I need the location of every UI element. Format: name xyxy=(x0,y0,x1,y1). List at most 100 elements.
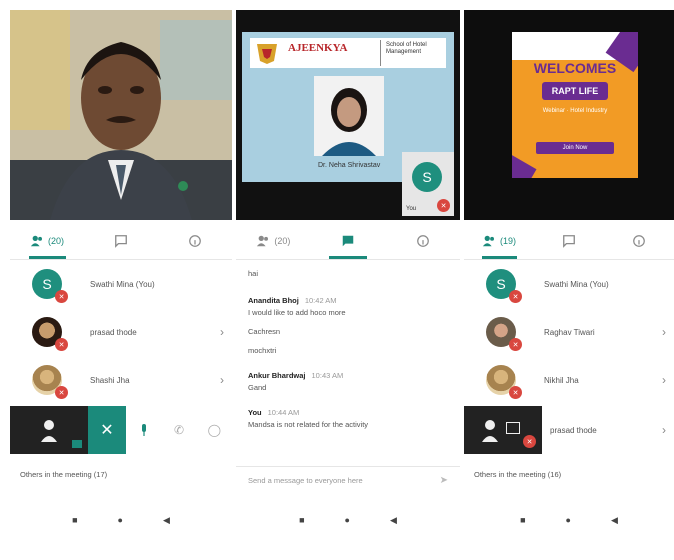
chevron-right-icon[interactable]: › xyxy=(220,373,224,387)
chat-messages: hai Anandita Bhoj 10:42 AM I would like t… xyxy=(236,262,460,443)
college-crest-icon xyxy=(257,44,277,64)
self-preview[interactable] xyxy=(10,406,88,454)
poster-badge: RAPT LIFE xyxy=(542,82,608,100)
tab-participants[interactable]: (20) xyxy=(10,222,84,259)
android-nav-bar: ■ ● ◀ xyxy=(464,515,674,526)
tab-bar: (19) xyxy=(464,222,674,260)
sender-name: Ankur Bhardwaj xyxy=(248,371,306,380)
tab-info[interactable] xyxy=(385,222,460,259)
home-icon[interactable]: ● xyxy=(118,515,123,526)
tab-participants[interactable]: (20) xyxy=(236,222,311,259)
presentation-video: AJEENKYA School of Hotel Management Dr. … xyxy=(236,10,460,220)
welcome-poster: WELCOMES RAPT LIFE Webinar · Hotel Indus… xyxy=(512,32,638,178)
participant-name: Shashi Jha xyxy=(90,375,130,385)
participant-row[interactable]: ✕ prasad thode › xyxy=(10,308,232,356)
avatar: ✕ xyxy=(32,365,68,399)
chevron-right-icon[interactable]: › xyxy=(662,325,666,339)
mic-button[interactable] xyxy=(126,406,161,454)
send-icon[interactable]: ➤ xyxy=(440,475,448,486)
school-name: School of Hotel Management xyxy=(386,42,427,56)
college-name: AJEENKYA xyxy=(288,42,348,54)
people-icon xyxy=(257,235,269,246)
participant-count: (20) xyxy=(274,235,291,246)
people-icon xyxy=(482,235,494,246)
participant-row[interactable]: ✕ Shashi Jha › xyxy=(10,356,232,404)
more-icon: ◯ xyxy=(207,423,222,437)
phone-icon: ✆ xyxy=(173,423,185,437)
tab-info[interactable] xyxy=(604,222,674,259)
tab-bar: (20) xyxy=(10,222,232,260)
self-tile[interactable]: S You ✕ xyxy=(402,152,454,216)
chat-input[interactable]: Send a message to everyone here ➤ xyxy=(236,466,460,494)
chevron-right-icon[interactable]: › xyxy=(220,325,224,339)
message-text: Gand xyxy=(248,383,267,392)
participant-name: Swathi Mina (You) xyxy=(544,279,609,289)
others-in-meeting[interactable]: Others in the meeting (16) xyxy=(464,470,674,479)
participant-row[interactable]: S ✕ Swathi Mina (You) xyxy=(464,260,674,308)
mic-off-icon: ✕ xyxy=(55,290,68,303)
back-icon[interactable]: ◀ xyxy=(390,515,397,526)
self-silhouette-icon xyxy=(482,420,498,442)
message-text: I would like to add hoco more xyxy=(248,308,346,317)
home-icon[interactable]: ● xyxy=(345,515,350,526)
phone-participants-2: WELCOMES RAPT LIFE Webinar · Hotel Indus… xyxy=(464,10,674,540)
participant-name: Raghav Tiwari xyxy=(544,327,595,337)
mic-off-icon: ✕ xyxy=(437,199,450,212)
mic-off-icon: ✕ xyxy=(523,435,536,448)
more-button[interactable]: ◯ xyxy=(197,406,232,454)
participant-list: S ✕ Swathi Mina (You) ✕ prasad thode › ✕ … xyxy=(10,260,232,404)
tab-chat[interactable] xyxy=(84,222,158,259)
recent-apps-icon[interactable]: ■ xyxy=(520,515,525,526)
back-icon[interactable]: ◀ xyxy=(611,515,618,526)
chat-first-line: hai xyxy=(248,269,259,278)
end-call-button[interactable]: ✕ xyxy=(88,406,126,454)
avatar: S xyxy=(412,162,442,192)
chat-icon xyxy=(115,234,127,248)
phone-button[interactable]: ✆ xyxy=(161,406,196,454)
tab-participants[interactable]: (19) xyxy=(464,222,534,259)
recent-apps-icon[interactable]: ■ xyxy=(299,515,304,526)
call-controls: ✕ ✆ ◯ xyxy=(10,406,232,454)
avatar: S ✕ xyxy=(486,269,522,303)
people-icon xyxy=(30,235,42,246)
tab-chat[interactable] xyxy=(534,222,604,259)
camera-video xyxy=(10,10,232,220)
mic-off-icon: ✕ xyxy=(509,338,522,351)
participant-name: prasad thode xyxy=(90,327,137,337)
participant-count: (20) xyxy=(47,235,64,246)
chat-message: Ankur Bhardwaj 10:43 AM Gand xyxy=(248,371,448,392)
home-icon[interactable]: ● xyxy=(566,515,571,526)
self-silhouette-icon xyxy=(41,420,57,442)
avatar: ✕ xyxy=(486,317,522,351)
recent-apps-icon[interactable]: ■ xyxy=(72,515,77,526)
mic-icon xyxy=(141,424,146,436)
tab-info[interactable] xyxy=(158,222,232,259)
others-in-meeting[interactable]: Others in the meeting (17) xyxy=(10,470,232,479)
message-text: mochxtri xyxy=(248,346,277,355)
speaker-portrait xyxy=(314,76,384,156)
self-preview[interactable]: ✕ xyxy=(464,406,542,454)
back-icon[interactable]: ◀ xyxy=(163,515,170,526)
tab-chat[interactable] xyxy=(311,222,386,259)
chevron-right-icon[interactable]: › xyxy=(662,373,666,387)
poster-subtitle: Webinar · Hotel Industry xyxy=(542,108,608,114)
screen-share-icon xyxy=(506,422,520,434)
screenshot-collage: (20) S ✕ Swathi Mina (You) ✕ prasad thode… xyxy=(0,0,674,560)
phone-participants-1: (20) S ✕ Swathi Mina (You) ✕ prasad thode… xyxy=(10,10,232,540)
participant-count: (19) xyxy=(499,235,516,246)
slide-header: AJEENKYA School of Hotel Management xyxy=(250,38,446,68)
speaker-photo xyxy=(314,76,384,156)
message-text: Mandsa is not related for the activity xyxy=(248,420,369,429)
mic-off-icon: ✕ xyxy=(509,386,522,399)
speaker-caption: Dr. Neha Shrivastav xyxy=(318,162,381,169)
participant-row[interactable]: prasad thode › xyxy=(542,406,674,454)
divider xyxy=(380,40,381,66)
speaker-camera-feed xyxy=(10,10,232,220)
message-text: Cachresn xyxy=(248,327,281,336)
chat-message: Anandita Bhoj 10:42 AM I would like to ad… xyxy=(248,296,448,355)
participant-row[interactable]: S ✕ Swathi Mina (You) xyxy=(10,260,232,308)
chevron-right-icon[interactable]: › xyxy=(662,423,666,437)
info-icon xyxy=(189,234,201,247)
participant-row[interactable]: ✕ Nikhil Jha › xyxy=(464,356,674,404)
participant-row[interactable]: ✕ Raghav Tiwari › xyxy=(464,308,674,356)
